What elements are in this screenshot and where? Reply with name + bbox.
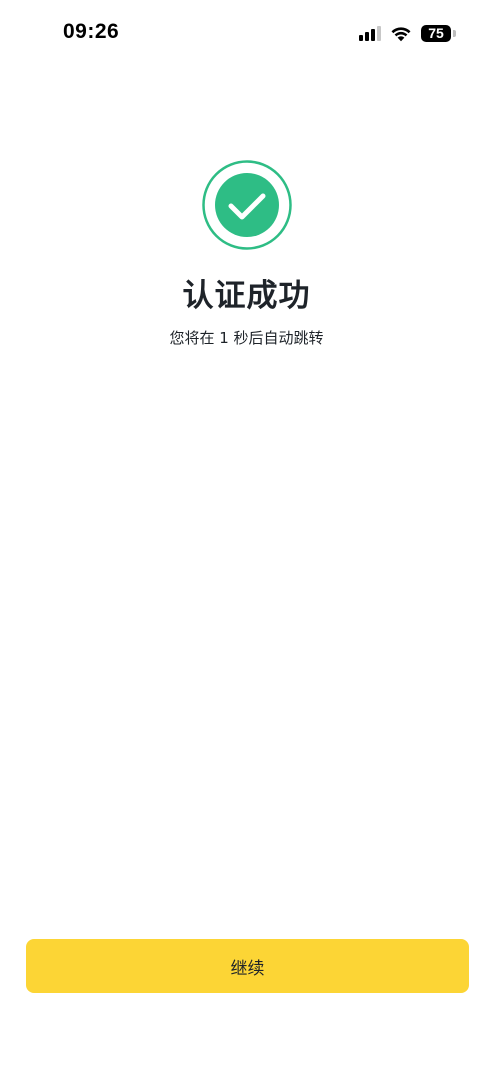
redirect-countdown-text: 您将在 1 秒后自动跳转 — [169, 329, 324, 347]
cellular-signal-icon — [359, 25, 381, 41]
status-bar: 09:26 75 — [0, 0, 493, 66]
result-title: 认证成功 — [182, 278, 311, 314]
battery-icon: 75 — [421, 24, 456, 42]
continue-button[interactable]: 继续 — [26, 939, 469, 993]
status-time: 09:26 — [63, 20, 120, 43]
wifi-icon — [391, 26, 411, 41]
battery-percent: 75 — [428, 25, 444, 41]
status-icons: 75 — [359, 22, 456, 44]
check-circle-icon — [202, 160, 292, 250]
